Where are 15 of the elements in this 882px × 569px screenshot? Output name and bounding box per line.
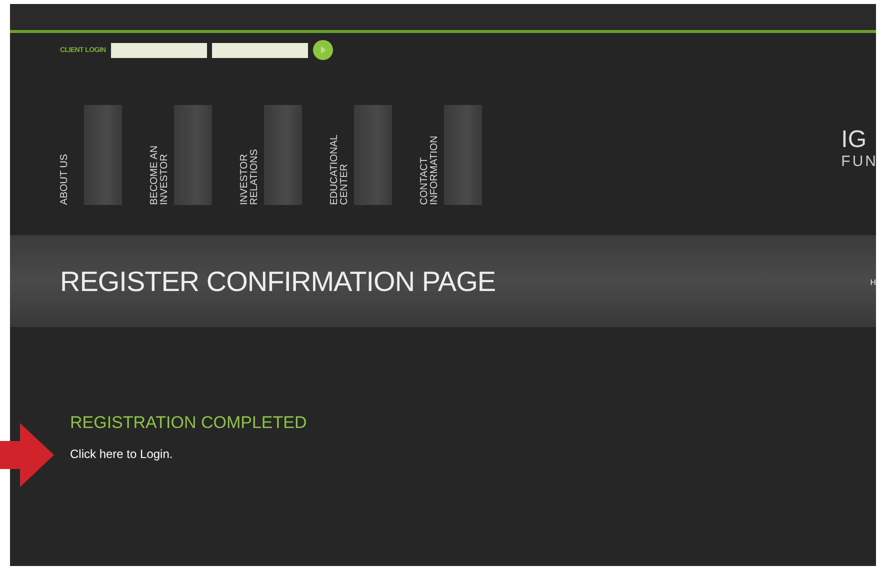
- arrow-icon: [0, 423, 54, 487]
- login-button[interactable]: [312, 40, 333, 60]
- nav-link[interactable]: BECOME AN INVESTOR: [150, 105, 172, 205]
- nav-link[interactable]: ABOUT US: [60, 154, 82, 205]
- nav-link[interactable]: INVESTOR RELATIONS: [240, 105, 262, 205]
- logo-text: IG: [841, 127, 868, 153]
- username-field[interactable]: [110, 42, 207, 58]
- logo-subtitle: FUN: [841, 153, 876, 170]
- nav-link[interactable]: CONTACT INFORMATION: [420, 105, 442, 205]
- page-title: REGISTER CONFIRMATION PAGE: [60, 266, 496, 298]
- password-field[interactable]: [212, 42, 308, 58]
- login-link[interactable]: Click here to Login.: [70, 447, 173, 461]
- breadcrumb-link[interactable]: H: [870, 278, 876, 286]
- section-heading: REGISTRATION COMPLETED: [70, 413, 308, 433]
- nav-link[interactable]: EDUCATIONAL CENTER: [330, 105, 352, 205]
